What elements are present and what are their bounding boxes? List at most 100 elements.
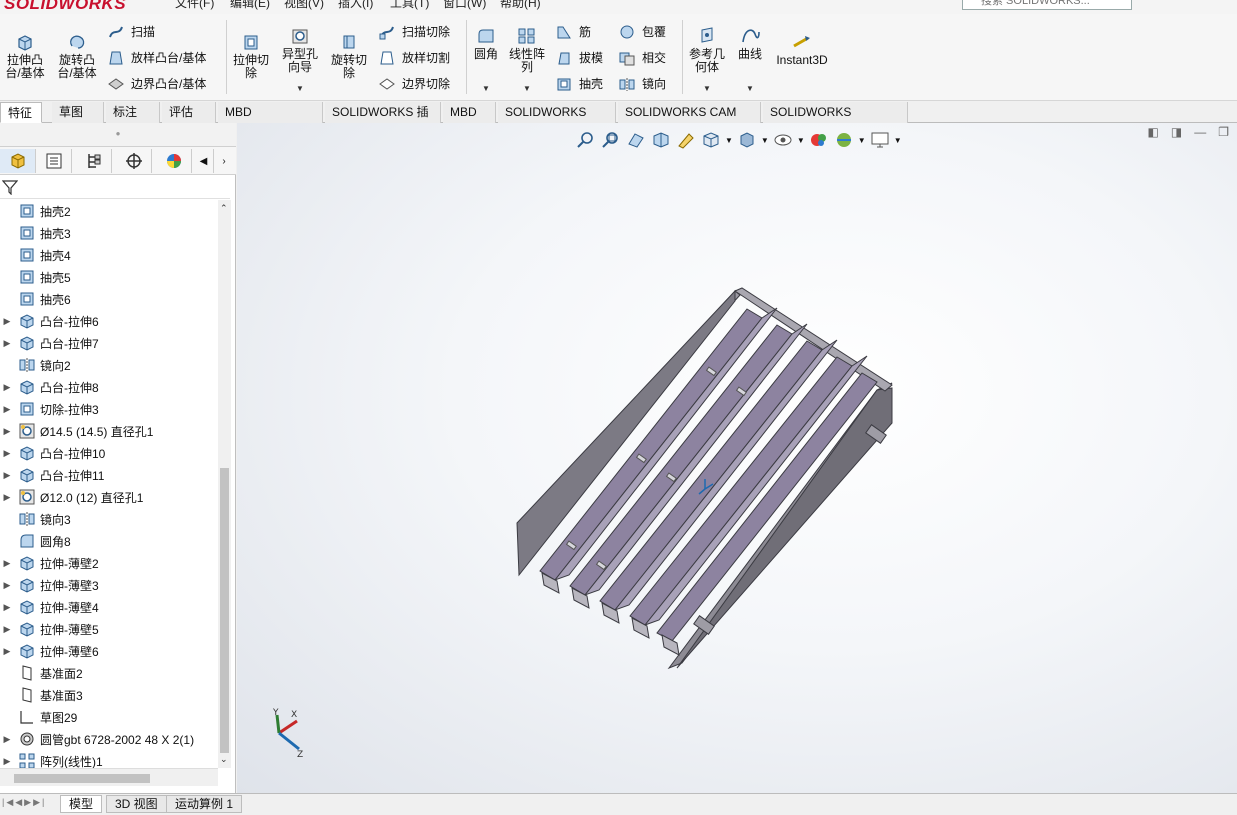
- tree-node[interactable]: ▶ 拉伸-薄壁3: [0, 574, 218, 596]
- boundary-boss-button[interactable]: 边界凸台/基体: [107, 75, 206, 92]
- tabs-scroll-left-icon[interactable]: ◀: [194, 149, 214, 173]
- tree-node[interactable]: 抽壳3: [0, 222, 218, 244]
- tree-node[interactable]: ▶ 拉伸-薄壁5: [0, 618, 218, 640]
- intersect-button[interactable]: 相交: [618, 49, 666, 66]
- menu-file[interactable]: 文件(F): [175, 0, 214, 11]
- curves-button[interactable]: 曲线 ▼: [734, 26, 766, 93]
- menu-insert[interactable]: 插入(I): [338, 0, 373, 11]
- tree-node[interactable]: 草图29: [0, 706, 218, 728]
- tree-node[interactable]: ▶ 阵列(线性)1: [0, 750, 218, 768]
- search-input[interactable]: [962, 0, 1132, 10]
- linear-pattern-button[interactable]: 线性阵列 ▼: [506, 26, 548, 93]
- expand-arrow-icon[interactable]: ▶: [0, 558, 14, 569]
- tree-node[interactable]: 抽壳4: [0, 244, 218, 266]
- tree-node[interactable]: 镜向2: [0, 354, 218, 376]
- fillet-button[interactable]: 圆角 ▼: [470, 26, 502, 93]
- tab-motion-study[interactable]: 运动算例 1: [166, 795, 243, 813]
- expand-arrow-icon[interactable]: ▶: [0, 448, 14, 459]
- scrollbar-thumb[interactable]: [220, 468, 229, 753]
- dimxpert-tab[interactable]: [116, 149, 152, 173]
- tree-node[interactable]: ▶ 凸台-拉伸8: [0, 376, 218, 398]
- tab-model[interactable]: 模型: [60, 795, 103, 813]
- tabs-scroll-right-icon[interactable]: ›: [214, 149, 234, 173]
- expand-arrow-icon[interactable]: ▶: [0, 492, 14, 503]
- menu-window[interactable]: 窗口(W): [443, 0, 486, 11]
- tree-node[interactable]: ▶ 凸台-拉伸11: [0, 464, 218, 486]
- reference-geometry-button[interactable]: 参考几何体 ▼: [686, 26, 728, 93]
- tab-solidworks-cam[interactable]: SOLIDWORKS CAM: [498, 102, 616, 139]
- expand-arrow-icon[interactable]: ▶: [0, 756, 14, 767]
- tab-markup[interactable]: 标注: [106, 102, 160, 123]
- tree-node[interactable]: ▶ Ø12.0 (12) 直径孔1: [0, 486, 218, 508]
- revolve-boss-button[interactable]: 旋转凸台/基体: [54, 32, 100, 80]
- tree-node[interactable]: ▶ 凸台-拉伸7: [0, 332, 218, 354]
- sweep-cut-button[interactable]: 扫描切除: [378, 23, 450, 40]
- expand-arrow-icon[interactable]: ▶: [0, 580, 14, 591]
- tab-solidworks-cam-tbm[interactable]: SOLIDWORKS CAM TBM: [618, 102, 761, 139]
- ref-geometry-dropdown-icon[interactable]: ▼: [703, 82, 711, 95]
- scroll-up-icon[interactable]: ⌃: [220, 203, 228, 214]
- tab-mbd-dimensions[interactable]: MBD Dimensions: [218, 102, 323, 139]
- rib-button[interactable]: 筋: [555, 23, 591, 40]
- loft-cut-button[interactable]: 放样切割: [378, 49, 450, 66]
- expand-arrow-icon[interactable]: ▶: [0, 624, 14, 635]
- tree-node[interactable]: 基准面2: [0, 662, 218, 684]
- tree-node[interactable]: ▶ 拉伸-薄壁2: [0, 552, 218, 574]
- tree-node[interactable]: 圆角8: [0, 530, 218, 552]
- feature-manager-tab[interactable]: [0, 149, 36, 173]
- menu-tools[interactable]: 工具(T): [390, 0, 429, 11]
- scrollbar-thumb[interactable]: [14, 774, 150, 783]
- menu-view[interactable]: 视图(V): [284, 0, 324, 11]
- tab-3d-views[interactable]: 3D 视图: [106, 795, 167, 813]
- tree-horizontal-scrollbar[interactable]: [0, 768, 218, 786]
- expand-arrow-icon[interactable]: ▶: [0, 338, 14, 349]
- extrude-cut-button[interactable]: 拉伸切除: [230, 32, 272, 80]
- panel-grip[interactable]: ●: [0, 123, 236, 147]
- draft-button[interactable]: 拔模: [555, 49, 603, 66]
- instant3d-button[interactable]: Instant3D: [774, 32, 830, 67]
- expand-arrow-icon[interactable]: ▶: [0, 602, 14, 613]
- expand-arrow-icon[interactable]: ▶: [0, 470, 14, 481]
- tree-node[interactable]: ▶ 圆管gbt 6728-2002 48 X 2(1): [0, 728, 218, 750]
- tab-solidworks-addins[interactable]: SOLIDWORKS 插件: [325, 102, 441, 139]
- shell-button[interactable]: 抽壳: [555, 75, 603, 92]
- fillet-dropdown-icon[interactable]: ▼: [482, 82, 490, 95]
- expand-arrow-icon[interactable]: ▶: [0, 316, 14, 327]
- extrude-boss-button[interactable]: 拉伸凸台/基体: [2, 32, 48, 80]
- tab-scroll-arrows-icon[interactable]: |◀◀▶▶|: [2, 797, 46, 808]
- boundary-cut-button[interactable]: 边界切除: [378, 75, 450, 92]
- tree-node[interactable]: ▶ 拉伸-薄壁6: [0, 640, 218, 662]
- tab-mbd[interactable]: MBD: [443, 102, 496, 123]
- loft-boss-button[interactable]: 放样凸台/基体: [107, 49, 206, 66]
- tab-solidworks-inspection[interactable]: SOLIDWORKS Inspection: [763, 102, 908, 139]
- hole-wizard-dropdown-icon[interactable]: ▼: [296, 82, 304, 95]
- tree-node[interactable]: 基准面3: [0, 684, 218, 706]
- sweep-button[interactable]: 扫描: [107, 23, 155, 40]
- expand-arrow-icon[interactable]: ▶: [0, 426, 14, 437]
- mirror-button[interactable]: 镜向: [618, 75, 666, 92]
- menu-edit[interactable]: 编辑(E): [230, 0, 270, 11]
- menu-help[interactable]: 帮助(H): [500, 0, 541, 11]
- expand-arrow-icon[interactable]: ▶: [0, 404, 14, 415]
- pattern-dropdown-icon[interactable]: ▼: [523, 82, 531, 95]
- graphics-viewport[interactable]: ▼ ▼ ▼ ▼ ▼ ◧ ◨ — ❐ X Y Z: [237, 123, 1237, 793]
- expand-arrow-icon[interactable]: ▶: [0, 734, 14, 745]
- tree-node[interactable]: 抽壳2: [0, 200, 218, 222]
- tree-node[interactable]: 抽壳6: [0, 288, 218, 310]
- hole-wizard-button[interactable]: 异型孔向导 ▼: [278, 26, 322, 93]
- tab-features[interactable]: 特征: [0, 102, 42, 123]
- tree-node[interactable]: 抽壳5: [0, 266, 218, 288]
- tree-vertical-scrollbar[interactable]: ⌃ ⌄: [218, 200, 231, 768]
- wrap-button[interactable]: 包覆: [618, 23, 666, 40]
- revolve-cut-button[interactable]: 旋转切除: [326, 32, 372, 80]
- curves-dropdown-icon[interactable]: ▼: [746, 82, 754, 95]
- expand-arrow-icon[interactable]: ▶: [0, 382, 14, 393]
- property-manager-tab[interactable]: [36, 149, 72, 173]
- tab-evaluate[interactable]: 评估: [162, 102, 216, 123]
- display-manager-tab[interactable]: [156, 149, 192, 173]
- tree-node[interactable]: ▶ 切除-拉伸3: [0, 398, 218, 420]
- tab-sketch[interactable]: 草图: [52, 102, 104, 123]
- tree-node[interactable]: ▶ 凸台-拉伸6: [0, 310, 218, 332]
- tree-node[interactable]: ▶ Ø14.5 (14.5) 直径孔1: [0, 420, 218, 442]
- expand-arrow-icon[interactable]: ▶: [0, 646, 14, 657]
